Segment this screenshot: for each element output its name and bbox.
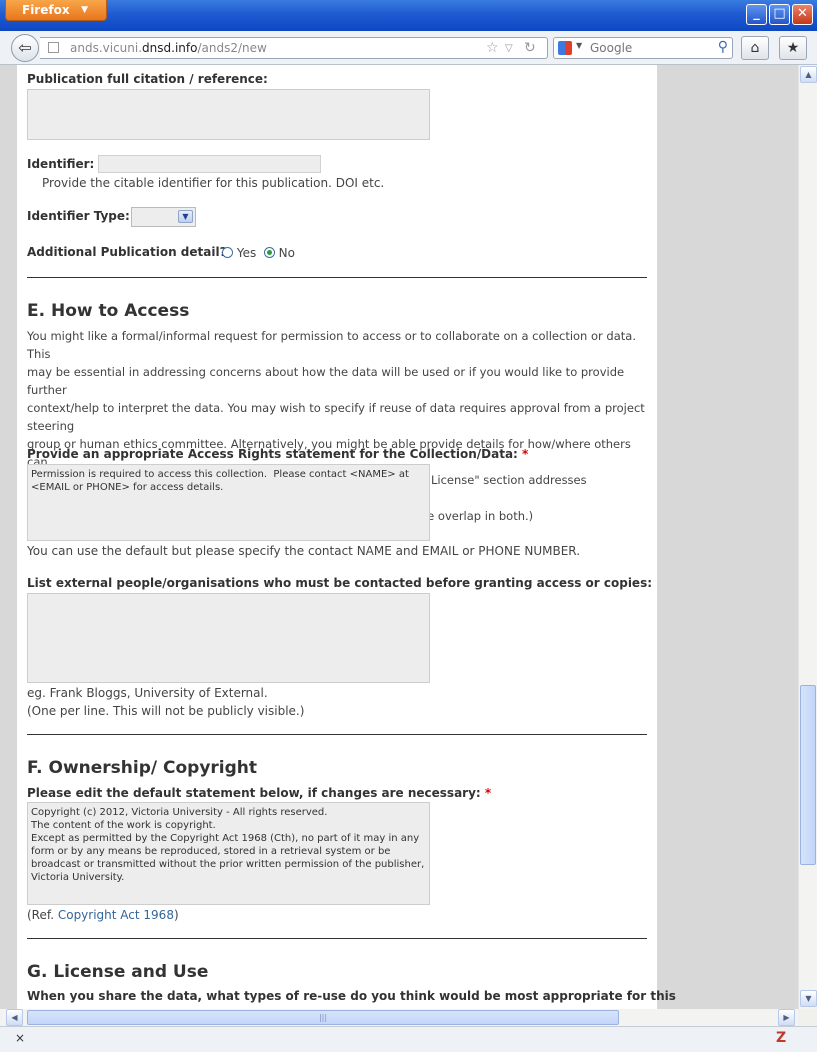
citation-textarea[interactable] (27, 89, 430, 140)
bookmarks-menu-button[interactable]: ★ (779, 36, 807, 60)
horizontal-scroll-thumb[interactable]: ||| (27, 1010, 619, 1025)
reload-icon[interactable]: ↻ (524, 40, 536, 56)
copyright-edit-label: Please edit the default statement below,… (27, 786, 491, 800)
maximize-button[interactable]: □ (769, 4, 790, 25)
engine-dropdown-icon[interactable]: ▼ (576, 41, 582, 50)
minimize-button[interactable]: _ (746, 4, 767, 25)
copyright-textarea[interactable]: Copyright (c) 2012, Victoria University … (27, 802, 430, 905)
access-rights-help: You can use the default but please speci… (27, 544, 581, 558)
home-button[interactable]: ⌂ (741, 36, 769, 60)
external-contacts-label: List external people/organisations who m… (27, 576, 653, 590)
section-f-heading: F. Ownership/ Copyright (27, 758, 258, 778)
scroll-down-icon[interactable]: ▼ (800, 990, 817, 1007)
copyright-reference: (Ref. Copyright Act 1968) (27, 908, 179, 922)
bookmark-star-icon[interactable]: ☆ (486, 40, 499, 56)
scrollbar-corner (798, 1009, 817, 1026)
google-engine-icon[interactable] (558, 41, 572, 55)
access-rights-textarea[interactable]: Permission is required to access this co… (27, 464, 430, 541)
access-rights-label-text: Provide an appropriate Access Rights sta… (27, 447, 518, 461)
search-input[interactable] (588, 40, 712, 56)
chevron-down-icon: ▼ (178, 210, 193, 223)
url-host-prefix: ands.vicuni. (70, 41, 143, 55)
additional-detail-label: Additional Publication detail? (27, 245, 227, 259)
external-contacts-textarea[interactable] (27, 593, 430, 683)
firefox-menu-button[interactable]: Firefox ▼ (5, 0, 107, 21)
no-radio[interactable] (263, 247, 275, 258)
url-history-dropdown-icon[interactable]: ▽ (505, 43, 513, 54)
page-icon (48, 42, 59, 53)
search-icon[interactable]: ⚲ (718, 39, 728, 55)
page-viewport: Publication full citation / reference: I… (0, 65, 798, 1009)
identifier-type-label: Identifier Type: (27, 209, 130, 223)
copyright-edit-label-text: Please edit the default statement below,… (27, 786, 481, 800)
horizontal-scrollbar[interactable]: ◀ ||| ▶ (0, 1009, 798, 1026)
url-path: /ands2/new (197, 41, 267, 55)
scroll-right-icon[interactable]: ▶ (778, 1009, 795, 1026)
scroll-left-icon[interactable]: ◀ (6, 1009, 23, 1026)
required-marker: * (484, 786, 492, 800)
copyright-act-link[interactable]: Copyright Act 1968 (58, 908, 174, 922)
section-divider (27, 734, 647, 735)
license-question: When you share the data, what types of r… (27, 989, 676, 1003)
url-text[interactable]: ands.vicuni.dnsd.info/ands2/new (70, 41, 267, 55)
home-icon: ⌂ (750, 40, 760, 56)
identifier-input[interactable] (98, 155, 321, 173)
no-radio-label[interactable]: No (279, 246, 295, 260)
identifier-label: Identifier: (27, 157, 95, 171)
required-marker: * (522, 447, 529, 461)
chevron-down-icon: ▼ (81, 5, 88, 15)
yes-radio-label[interactable]: Yes (237, 246, 256, 260)
close-addon-bar-icon[interactable]: × (15, 1031, 25, 1045)
yes-radio[interactable] (222, 247, 233, 258)
identifier-help: Provide the citable identifier for this … (42, 176, 385, 190)
url-bar[interactable]: ands.vicuni.dnsd.info/ands2/new ☆ ▽ ↻ (40, 37, 548, 59)
back-button[interactable]: ⇦ (11, 34, 39, 62)
ref-prefix: (Ref. (27, 908, 58, 922)
back-arrow-icon: ⇦ (18, 38, 32, 57)
close-window-button[interactable]: ✕ (792, 4, 813, 25)
status-bar: × Z (0, 1026, 817, 1052)
citation-label: Publication full citation / reference: (27, 72, 268, 86)
additional-detail-options: Yes No (222, 246, 295, 260)
external-help-note: (One per line. This will not be publicly… (27, 704, 305, 718)
ref-suffix: ) (173, 908, 179, 922)
zotero-addon-icon[interactable]: Z (776, 1030, 786, 1046)
url-host-domain: dnsd.info (142, 41, 198, 55)
section-g-heading: G. License and Use (27, 962, 209, 982)
section-divider (27, 938, 647, 939)
form-content: Publication full citation / reference: I… (17, 65, 676, 1009)
identifier-type-select[interactable]: ▼ (131, 207, 196, 227)
intro-line: You might like a formal/informal request… (27, 329, 636, 361)
section-e-heading: E. How to Access (27, 301, 190, 321)
intro-line: may be essential in addressing concerns … (27, 365, 625, 397)
bookmarks-icon: ★ (786, 40, 800, 56)
navigation-toolbar: ands.vicuni.dnsd.info/ands2/new ☆ ▽ ↻ ⇦ … (0, 31, 817, 65)
intro-line: context/help to interpret the data. You … (27, 401, 645, 433)
vertical-scrollbar[interactable]: ▲ ▼ (798, 65, 817, 1009)
search-box[interactable]: ▼ ⚲ (553, 37, 733, 59)
section-divider (27, 277, 647, 278)
firefox-menu-label: Firefox (22, 3, 70, 17)
external-help-example: eg. Frank Bloggs, University of External… (27, 686, 268, 700)
access-rights-label: Provide an appropriate Access Rights sta… (27, 447, 528, 461)
vertical-scroll-thumb[interactable] (800, 685, 816, 865)
scroll-up-icon[interactable]: ▲ (800, 66, 817, 83)
window-titlebar: Firefox ▼ _ □ ✕ (0, 0, 817, 31)
